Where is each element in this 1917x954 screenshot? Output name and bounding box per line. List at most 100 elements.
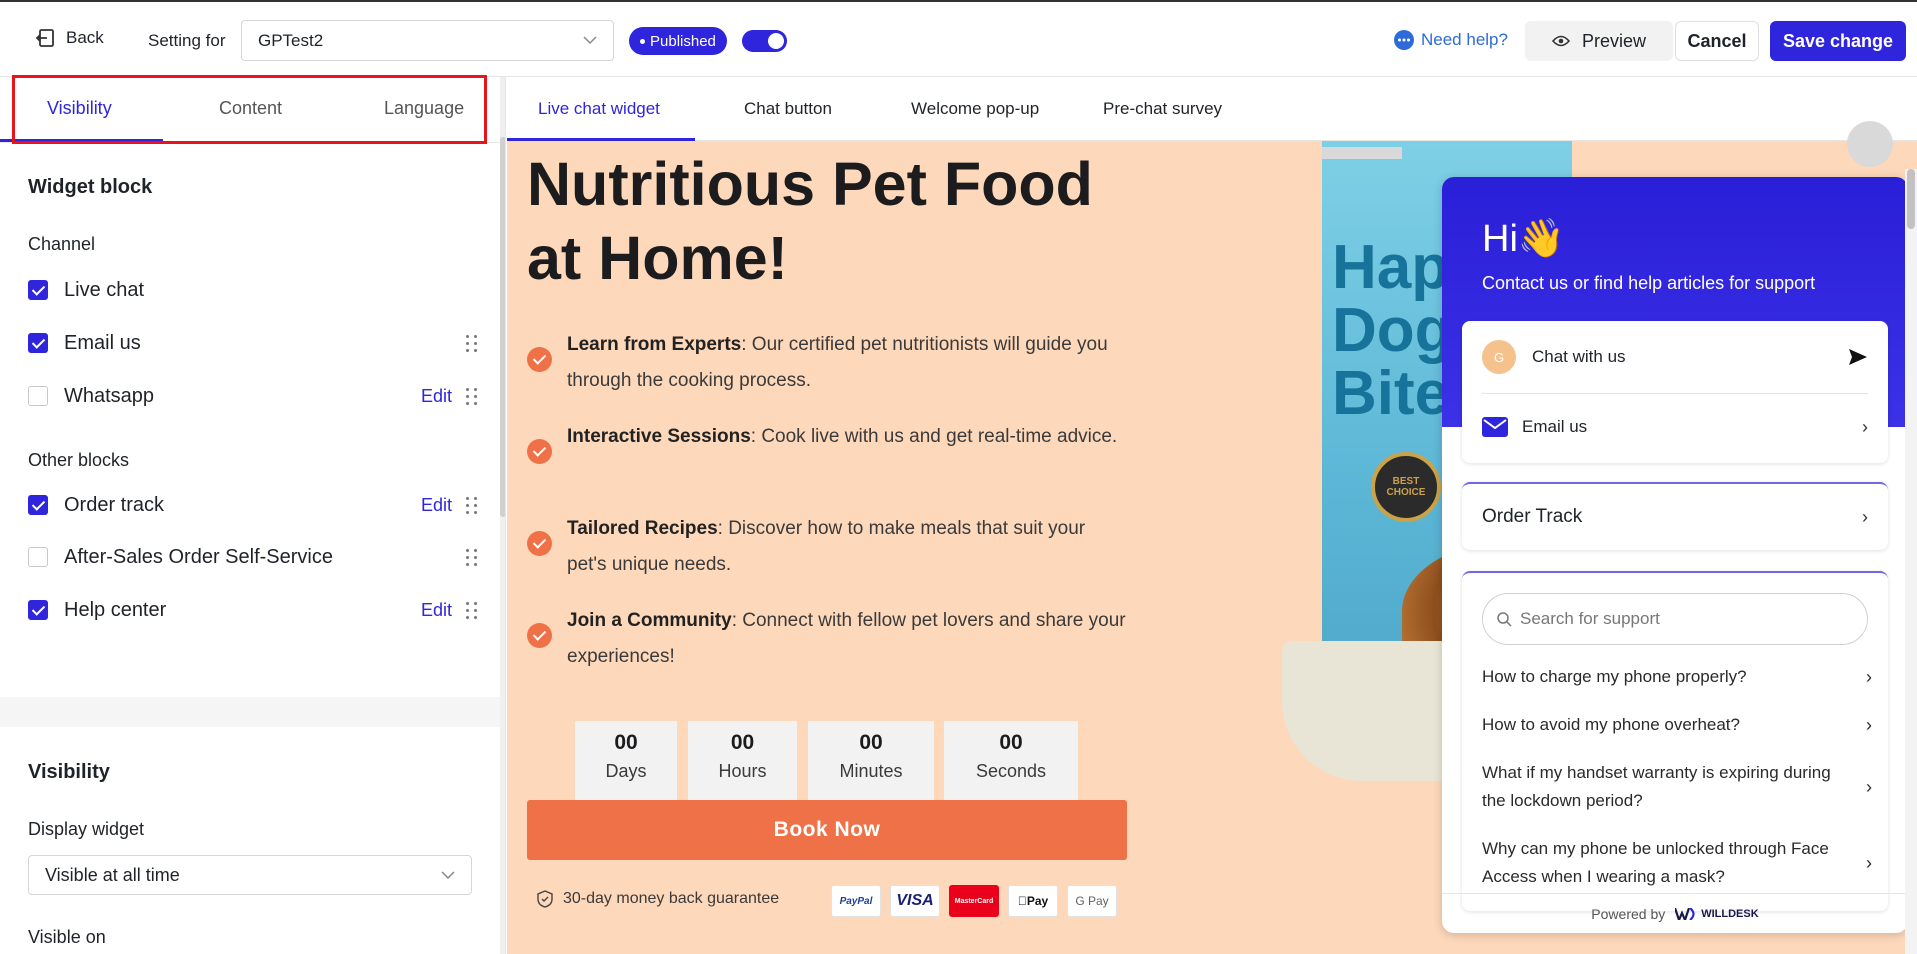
- faq-text: How to avoid my phone overheat?: [1482, 715, 1740, 734]
- feature-item: Tailored Recipes: Discover how to make m…: [527, 511, 1127, 583]
- channel-item-live-chat: Live chat: [28, 277, 478, 303]
- whatsapp-checkbox[interactable]: [28, 386, 48, 406]
- after-sales-label: After-Sales Order Self-Service: [64, 545, 333, 568]
- settings-scrollbar[interactable]: [500, 77, 505, 954]
- faq-text: Why can my phone be unlocked through Fac…: [1482, 839, 1829, 886]
- preview-button[interactable]: Preview: [1525, 21, 1673, 61]
- top-bar: Back Setting for GPTest2 Published Need …: [0, 0, 1917, 77]
- search-placeholder: Search for support: [1520, 609, 1660, 628]
- preview-tabs: Live chat widget Chat button Welcome pop…: [507, 77, 1917, 141]
- tab-live-chat-widget[interactable]: Live chat widget: [538, 99, 660, 119]
- widget-block-title: Widget block: [28, 176, 153, 198]
- faq-item[interactable]: Why can my phone be unlocked through Fac…: [1482, 835, 1872, 891]
- drag-handle-icon[interactable]: [466, 387, 478, 405]
- after-sales-checkbox[interactable]: [28, 547, 48, 567]
- drag-handle-icon[interactable]: [466, 601, 478, 619]
- email-us-row[interactable]: Email us ›: [1482, 409, 1868, 445]
- feature-bold: Join a Community: [567, 610, 732, 631]
- order-track-card[interactable]: Order Track ›: [1462, 482, 1888, 550]
- preview-area: Live chat widget Chat button Welcome pop…: [507, 77, 1917, 954]
- help-center-checkbox[interactable]: [28, 600, 48, 620]
- help-center-edit-link[interactable]: Edit: [421, 600, 452, 621]
- whatsapp-edit-link[interactable]: Edit: [421, 386, 452, 407]
- countdown-days: 00 Days: [575, 721, 677, 801]
- countdown-unit: Minutes: [839, 761, 903, 781]
- search-icon: [1497, 611, 1512, 627]
- chat-with-us-row[interactable]: G Chat with us: [1482, 339, 1868, 375]
- cancel-button[interactable]: Cancel: [1675, 21, 1759, 61]
- countdown-unit: Days: [605, 761, 647, 781]
- live-chat-label: Live chat: [64, 278, 145, 301]
- drag-handle-icon[interactable]: [466, 334, 478, 352]
- block-item-order-track: Order track Edit: [28, 492, 478, 518]
- order-track-label: Order track: [64, 493, 165, 516]
- willdesk-logo: WILLDESK: [1675, 907, 1759, 920]
- book-now-button[interactable]: Book Now: [527, 800, 1127, 860]
- scrollbar-thumb[interactable]: [500, 137, 505, 517]
- bag-cap: [1322, 147, 1402, 159]
- countdown-number: 00: [859, 731, 883, 754]
- chevron-right-icon: ›: [1866, 853, 1872, 873]
- feature-item: Join a Community: Connect with fellow pe…: [527, 603, 1127, 675]
- check-circle-icon: [527, 623, 552, 648]
- help-center-label: Help center: [64, 598, 167, 621]
- need-help-link[interactable]: Need help?: [1393, 29, 1508, 51]
- feature-text: : Cook live with us and get real-time ad…: [750, 426, 1118, 447]
- chat-bubble-icon: [1394, 30, 1414, 50]
- hero-title-line1: Nutritious Pet Food: [527, 150, 1093, 218]
- faq-item[interactable]: How to avoid my phone overheat? ›: [1482, 711, 1872, 739]
- email-us-label: Email us: [1522, 417, 1588, 436]
- row-divider: [1482, 393, 1868, 394]
- widget-select[interactable]: GPTest2: [241, 20, 614, 61]
- paypal-icon: PayPal: [831, 885, 881, 917]
- countdown-minutes: 00 Minutes: [808, 721, 934, 801]
- scrollbar-thumb[interactable]: [1907, 169, 1915, 229]
- feature-bold: Learn from Experts: [567, 334, 742, 355]
- powered-by-text: Powered by: [1591, 905, 1666, 922]
- faq-text: How to charge my phone properly?: [1482, 667, 1747, 686]
- chevron-right-icon: ›: [1866, 667, 1872, 687]
- chevron-right-icon: ›: [1866, 777, 1872, 797]
- drag-handle-icon[interactable]: [466, 548, 478, 566]
- display-widget-label: Display widget: [28, 819, 145, 839]
- chevron-down-icon: [441, 870, 455, 879]
- faq-text: What if my handset warranty is expiring …: [1482, 763, 1831, 810]
- guarantee-note: 30-day money back guarantee: [537, 890, 779, 908]
- faq-item[interactable]: What if my handset warranty is expiring …: [1482, 759, 1872, 815]
- chevron-right-icon: ›: [1862, 416, 1868, 437]
- publish-toggle[interactable]: [742, 30, 787, 52]
- google-pay-icon: G Pay: [1067, 885, 1117, 917]
- faq-item[interactable]: How to charge my phone properly? ›: [1482, 663, 1872, 691]
- order-track-edit-link[interactable]: Edit: [421, 495, 452, 516]
- channel-item-whatsapp: Whatsapp Edit: [28, 383, 478, 409]
- search-input[interactable]: Search for support: [1482, 593, 1868, 645]
- check-circle-icon: [527, 347, 552, 372]
- countdown-number: 00: [730, 731, 755, 754]
- feature-bold: Tailored Recipes: [567, 518, 718, 539]
- preview-scrollbar[interactable]: [1905, 169, 1917, 954]
- other-blocks-title: Other blocks: [28, 450, 130, 470]
- section-divider: [0, 697, 505, 727]
- hero-title: Nutritious Pet Food at Home!: [527, 147, 1127, 295]
- countdown-number: 00: [999, 731, 1023, 754]
- tab-welcome-popup[interactable]: Welcome pop-up: [911, 99, 1039, 119]
- live-chat-checkbox[interactable]: [28, 280, 48, 300]
- order-track-checkbox[interactable]: [28, 495, 48, 515]
- back-label: Back: [66, 28, 104, 47]
- tab-pre-chat-survey[interactable]: Pre-chat survey: [1103, 99, 1222, 119]
- block-item-help-center: Help center Edit: [28, 597, 478, 623]
- email-us-checkbox[interactable]: [28, 333, 48, 353]
- widget-select-value: GPTest2: [258, 30, 324, 50]
- need-help-label: Need help?: [1421, 30, 1508, 49]
- tab-chat-button[interactable]: Chat button: [744, 99, 832, 119]
- status-dot-icon: [640, 38, 645, 44]
- display-widget-select[interactable]: Visible at all time: [28, 855, 472, 895]
- channel-item-email-us: Email us: [28, 330, 478, 356]
- willdesk-brand: WILLDESK: [1701, 907, 1759, 920]
- order-track-row: Order Track ›: [1482, 502, 1868, 532]
- check-circle-icon: [527, 439, 552, 464]
- back-button[interactable]: Back: [36, 28, 104, 48]
- drag-handle-icon[interactable]: [466, 496, 478, 514]
- save-change-button[interactable]: Save change: [1770, 21, 1906, 61]
- whatsapp-label: Whatsapp: [64, 384, 155, 407]
